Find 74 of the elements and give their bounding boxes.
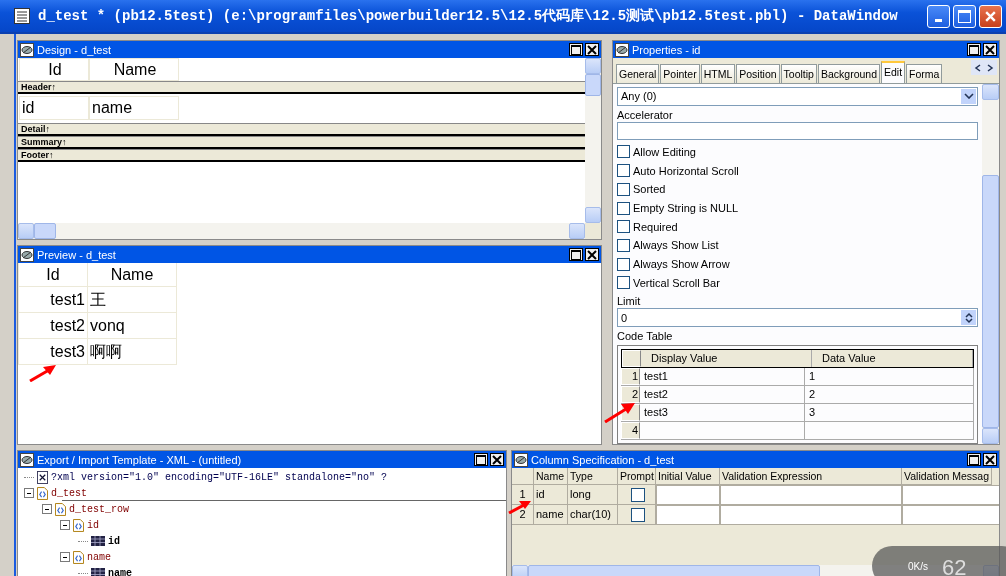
table-cell[interactable]: test2 xyxy=(640,386,805,403)
window-title: d_test * (pb12.5test) (e:\programfiles\powerbuilder12.5\12.5代码库\12.5测试\pb12.5test.pbl) - DataWindow xyxy=(38,7,899,25)
tree-column[interactable]: id xyxy=(108,535,120,547)
tree-element[interactable]: name xyxy=(87,551,111,563)
checkbox-label[interactable]: Allow Editing xyxy=(633,145,696,158)
tab[interactable]: General xyxy=(616,64,660,83)
row-number: 1 xyxy=(621,368,640,385)
tree-element[interactable]: id xyxy=(87,519,99,531)
speed-reading: 0K/s xyxy=(908,560,928,572)
band-label: Detail↑ xyxy=(21,124,50,134)
band-label: Header↑ xyxy=(21,82,56,92)
table-cell[interactable]: long xyxy=(568,485,618,505)
table-cell: 王 xyxy=(88,287,177,313)
tree-element[interactable]: d_test_row xyxy=(69,503,129,515)
column-header: Name xyxy=(534,468,568,485)
table-cell: test1 xyxy=(18,287,88,313)
checkbox-label[interactable]: Vertical Scroll Bar xyxy=(633,276,720,289)
checkbox-label[interactable]: Always Show Arrow xyxy=(633,258,730,271)
row-number: 4 xyxy=(621,422,640,439)
tab[interactable]: Edit xyxy=(881,61,906,83)
header-label[interactable]: Id xyxy=(19,58,89,81)
xml-declaration: ?xml version="1.0" encoding="UTF-16LE" standalone="no" ? xyxy=(51,471,388,483)
table-cell[interactable]: 1 xyxy=(805,368,974,385)
table-cell[interactable]: 3 xyxy=(805,404,974,421)
column-header: Id xyxy=(18,263,88,287)
tree-column[interactable]: name xyxy=(108,567,132,576)
table-cell: vonq xyxy=(88,313,177,339)
table-cell[interactable]: 2 xyxy=(805,386,974,403)
table-cell: test3 xyxy=(18,339,88,365)
tab[interactable]: Pointer xyxy=(660,64,700,83)
pane-title: Design - d_test xyxy=(37,43,112,56)
table-cell[interactable]: id xyxy=(534,485,568,505)
band-label: Footer↑ xyxy=(21,150,54,160)
column-header: Name xyxy=(88,263,177,287)
header-label[interactable]: Name xyxy=(89,58,179,81)
row-number: 2 xyxy=(621,386,640,403)
spin-field[interactable]: 0 xyxy=(617,308,978,327)
table-cell: test2 xyxy=(18,313,88,339)
field-label: Code Table xyxy=(617,329,673,343)
style-dropdown[interactable]: Any (0) xyxy=(617,87,978,106)
band-bar[interactable]: Detail↑ xyxy=(18,123,585,136)
tab[interactable]: Tooltip xyxy=(780,64,817,83)
column-header: Prompt xyxy=(618,468,656,485)
table-cell[interactable]: test3 xyxy=(640,404,805,421)
tab[interactable]: Background xyxy=(817,64,880,83)
table-cell: 啊啊 xyxy=(88,339,177,365)
table-cell[interactable]: test1 xyxy=(640,368,805,385)
tab[interactable]: Position xyxy=(736,64,780,83)
pane-title: Column Specification - d_test xyxy=(531,453,676,466)
column-field[interactable]: name xyxy=(89,96,179,120)
tab[interactable]: HTML xyxy=(700,64,736,83)
band-label: Summary↑ xyxy=(21,137,67,147)
field-label: Accelerator xyxy=(617,107,673,122)
field-label: Limit xyxy=(617,294,641,309)
column-header: Type xyxy=(568,468,618,485)
band-bar[interactable]: Summary↑ xyxy=(18,136,585,149)
band-bar[interactable]: Header↑ xyxy=(18,81,585,94)
checkbox-label[interactable]: Empty String is NULL xyxy=(633,202,739,215)
pane-title: Properties - id xyxy=(632,43,702,56)
checkbox-label[interactable]: Sorted xyxy=(633,183,666,196)
checkbox-label[interactable]: Always Show List xyxy=(633,239,719,252)
table-cell[interactable]: name xyxy=(534,505,568,525)
column-header: Display Value xyxy=(641,350,812,367)
band-bar[interactable]: Footer↑ xyxy=(18,149,585,162)
table-cell[interactable]: char(10) xyxy=(568,505,618,525)
gauge-value: 62 xyxy=(942,555,967,576)
tree-element[interactable]: d_test xyxy=(51,487,87,499)
pane-title: Preview - d_test xyxy=(37,248,117,261)
pane-title: Export / Import Template - XML - (untitled) xyxy=(37,453,243,466)
checkbox-label[interactable]: Auto Horizontal Scroll xyxy=(633,164,739,177)
checkbox-label[interactable]: Required xyxy=(633,220,678,233)
column-header: Data Value xyxy=(812,350,973,367)
tab[interactable]: Forma xyxy=(906,64,943,83)
column-field[interactable]: id xyxy=(19,96,89,120)
